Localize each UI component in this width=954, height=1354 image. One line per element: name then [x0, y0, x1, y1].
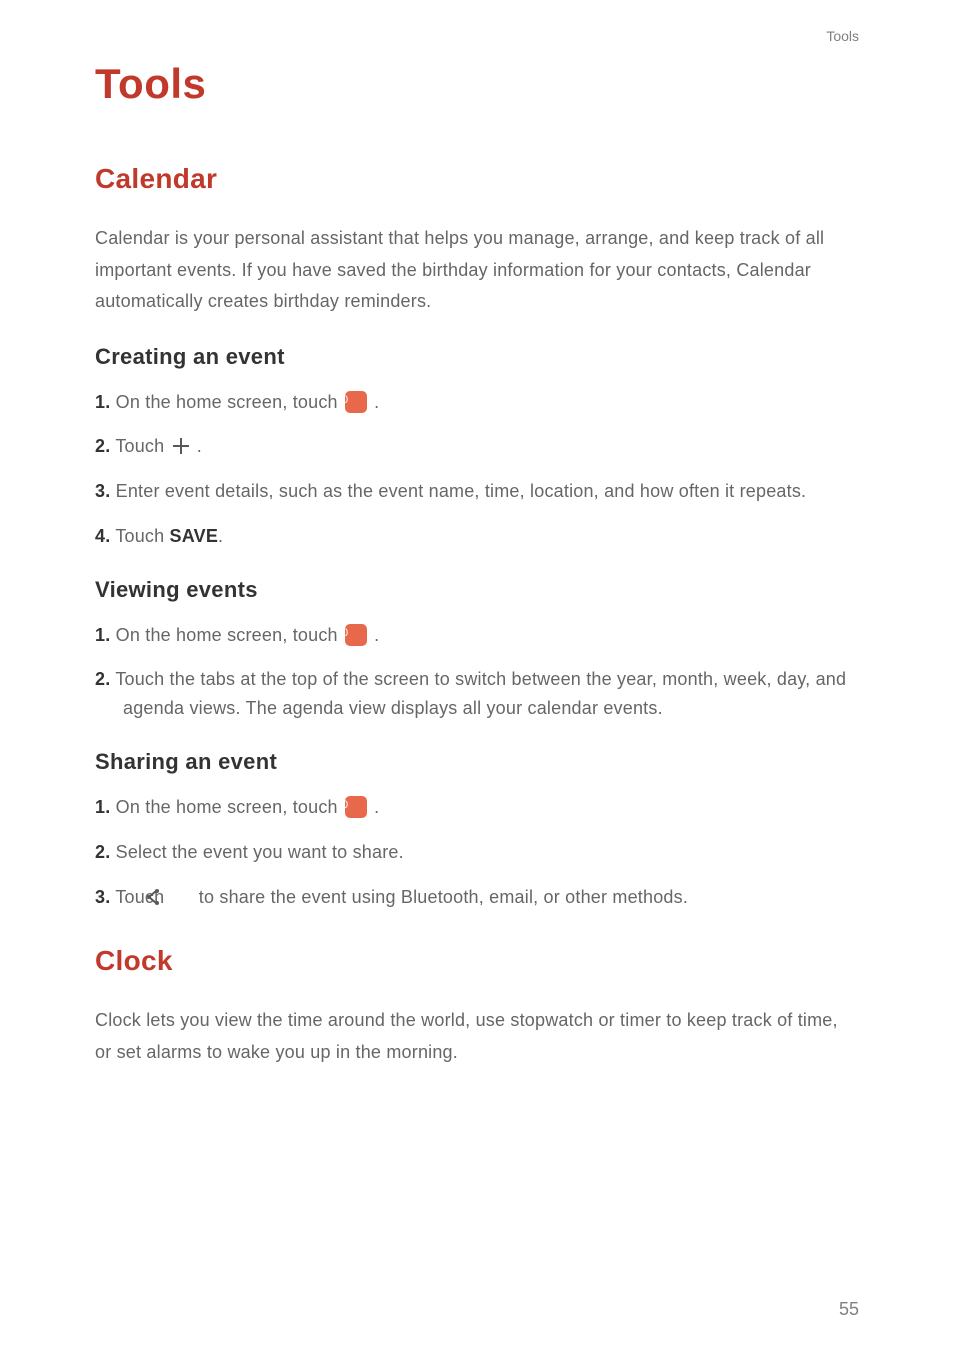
step-text: to share the event using Bluetooth, emai… [199, 887, 688, 907]
step-item: 1. On the home screen, touch . [95, 793, 859, 822]
step-item: 3. Enter event details, such as the even… [95, 477, 859, 506]
share-icon [172, 887, 192, 907]
step-text: . [374, 625, 379, 645]
step-number: 2. [95, 669, 110, 689]
calendar-intro: Calendar is your personal assistant that… [95, 223, 859, 318]
steps-sharing: 1. On the home screen, touch . 2. Select… [95, 793, 859, 911]
step-text: . [374, 797, 379, 817]
step-text: . [374, 392, 379, 412]
running-header: Tools [826, 28, 859, 44]
steps-viewing: 1. On the home screen, touch . 2. Touch … [95, 621, 859, 723]
step-text: Touch [115, 436, 169, 456]
section-title-calendar: Calendar [95, 163, 859, 195]
step-text: Enter event details, such as the event n… [116, 481, 807, 501]
step-item: 1. On the home screen, touch . [95, 388, 859, 417]
step-text: On the home screen, touch [116, 625, 343, 645]
page: Tools Tools Calendar Calendar is your pe… [0, 0, 954, 1354]
step-text: On the home screen, touch [116, 392, 343, 412]
steps-creating: 1. On the home screen, touch . 2. Touch … [95, 388, 859, 551]
step-item: 3. Touch to share the event using Blueto… [95, 883, 859, 912]
step-item: 1. On the home screen, touch . [95, 621, 859, 650]
step-number: 1. [95, 392, 110, 412]
step-number: 3. [95, 887, 110, 907]
step-number: 3. [95, 481, 110, 501]
step-text: . [218, 526, 223, 546]
step-item: 2. Touch . [95, 432, 859, 461]
step-number: 2. [95, 436, 110, 456]
step-number: 4. [95, 526, 110, 546]
plus-icon [172, 437, 190, 455]
calendar-icon [345, 391, 367, 413]
step-item: 4. Touch SAVE. [95, 522, 859, 551]
step-text: On the home screen, touch [116, 797, 343, 817]
subsection-title-sharing: Sharing an event [95, 749, 859, 775]
step-item: 2. Touch the tabs at the top of the scre… [95, 665, 859, 723]
section-title-clock: Clock [95, 945, 859, 977]
ui-label-save: SAVE [170, 526, 218, 546]
calendar-icon [345, 796, 367, 818]
subsection-title-viewing: Viewing events [95, 577, 859, 603]
step-number: 2. [95, 842, 110, 862]
step-number: 1. [95, 797, 110, 817]
step-text: Select the event you want to share. [116, 842, 404, 862]
calendar-icon [345, 624, 367, 646]
step-item: 2. Select the event you want to share. [95, 838, 859, 867]
step-text: Touch [115, 526, 169, 546]
page-number: 55 [839, 1299, 859, 1320]
subsection-title-creating: Creating an event [95, 344, 859, 370]
step-text: Touch the tabs at the top of the screen … [115, 669, 846, 718]
chapter-title: Tools [95, 60, 859, 108]
step-text: . [197, 436, 202, 456]
step-number: 1. [95, 625, 110, 645]
clock-intro: Clock lets you view the time around the … [95, 1005, 859, 1068]
